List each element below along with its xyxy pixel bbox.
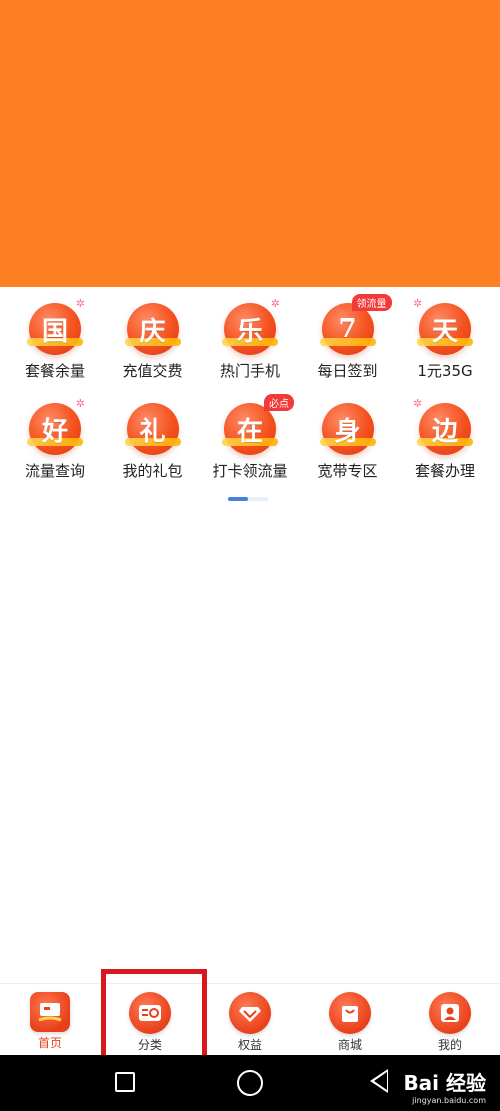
feature-item-package-apply[interactable]: ✲ 边 套餐办理	[397, 393, 493, 481]
feature-label: 宽带专区	[317, 462, 378, 480]
page-indicator-active	[228, 497, 248, 501]
promo-tag: 领流量	[351, 294, 392, 311]
watermark: Bai 经验 jingyan.baidu.com	[403, 1067, 486, 1105]
tab-home[interactable]: 首页	[0, 984, 100, 1055]
watermark-url: jingyan.baidu.com	[412, 1096, 486, 1105]
promo-tag: 必点	[264, 394, 294, 411]
feature-grid: ✲ 国 套餐余量 庆 充值交费 ✲ 乐 热门手机 领流量 7 每日签到 ✲ 天 …	[0, 293, 500, 481]
back-icon[interactable]	[370, 1069, 388, 1093]
tab-label: 权益	[237, 1038, 262, 1052]
feature-label: 流量查询	[24, 462, 85, 480]
feature-item-data-query[interactable]: ✲ 好 流量查询	[7, 393, 103, 481]
feature-label: 每日签到	[317, 362, 378, 380]
feature-label: 套餐余量	[24, 362, 85, 380]
home-icon	[30, 992, 70, 1032]
feature-row: ✲ 国 套餐余量 庆 充值交费 ✲ 乐 热门手机 领流量 7 每日签到 ✲ 天 …	[0, 293, 500, 381]
feature-item-my-gifts[interactable]: 礼 我的礼包	[105, 393, 201, 481]
tab-profile[interactable]: 我的	[400, 984, 500, 1055]
watermark-logo: Bai 经验	[403, 1071, 486, 1095]
feature-item-broadband[interactable]: 身 宽带专区	[300, 393, 396, 481]
recent-apps-icon[interactable]	[115, 1072, 135, 1092]
tab-label: 我的	[437, 1038, 462, 1052]
system-nav-bar: Bai 经验 jingyan.baidu.com	[0, 1055, 500, 1111]
badge-icon: 庆	[120, 303, 184, 355]
feature-item-hot-phones[interactable]: ✲ 乐 热门手机	[202, 293, 298, 381]
feature-label: 我的礼包	[122, 462, 183, 480]
feature-label: 打卡领流量	[212, 462, 288, 480]
diamond-icon	[229, 992, 271, 1034]
shopping-bag-icon	[329, 992, 371, 1034]
badge-icon: 身	[315, 403, 379, 455]
top-banner[interactable]	[0, 0, 500, 287]
profile-icon	[429, 992, 471, 1034]
feature-label: 套餐办理	[414, 462, 475, 480]
feature-label: 热门手机	[219, 362, 280, 380]
tab-label: 商城	[337, 1038, 362, 1052]
badge-icon: 礼	[120, 403, 184, 455]
bottom-tab-bar: 首页 分类 权益 商城 我的	[0, 983, 500, 1055]
feature-item-1yuan-35g[interactable]: ✲ 天 1元35G	[397, 293, 493, 381]
category-icon	[129, 992, 171, 1034]
feature-item-daily-checkin[interactable]: 领流量 7 每日签到	[300, 293, 396, 381]
tab-label: 首页	[37, 1036, 62, 1050]
home-button-icon[interactable]	[237, 1070, 263, 1096]
page-indicator	[228, 497, 268, 501]
badge-icon: 乐	[218, 303, 281, 355]
feature-label: 充值交费	[122, 362, 183, 380]
feature-row: ✲ 好 流量查询 礼 我的礼包 必点 在 打卡领流量 身 宽带专区 ✲ 边 套餐…	[0, 393, 500, 481]
badge-icon: 国	[23, 303, 86, 355]
badge-icon: 好	[23, 403, 86, 455]
tab-mall[interactable]: 商城	[300, 984, 400, 1055]
badge-icon: 边	[413, 403, 476, 455]
tab-label: 分类	[137, 1038, 162, 1052]
feature-label: 1元35G	[417, 362, 473, 380]
feature-item-package-balance[interactable]: ✲ 国 套餐余量	[7, 293, 103, 381]
tab-benefits[interactable]: 权益	[200, 984, 300, 1055]
tab-category[interactable]: 分类	[100, 984, 200, 1055]
feature-item-checkin-data[interactable]: 必点 在 打卡领流量	[202, 393, 298, 481]
badge-icon: 天	[413, 303, 476, 355]
feature-item-recharge[interactable]: 庆 充值交费	[105, 293, 201, 381]
